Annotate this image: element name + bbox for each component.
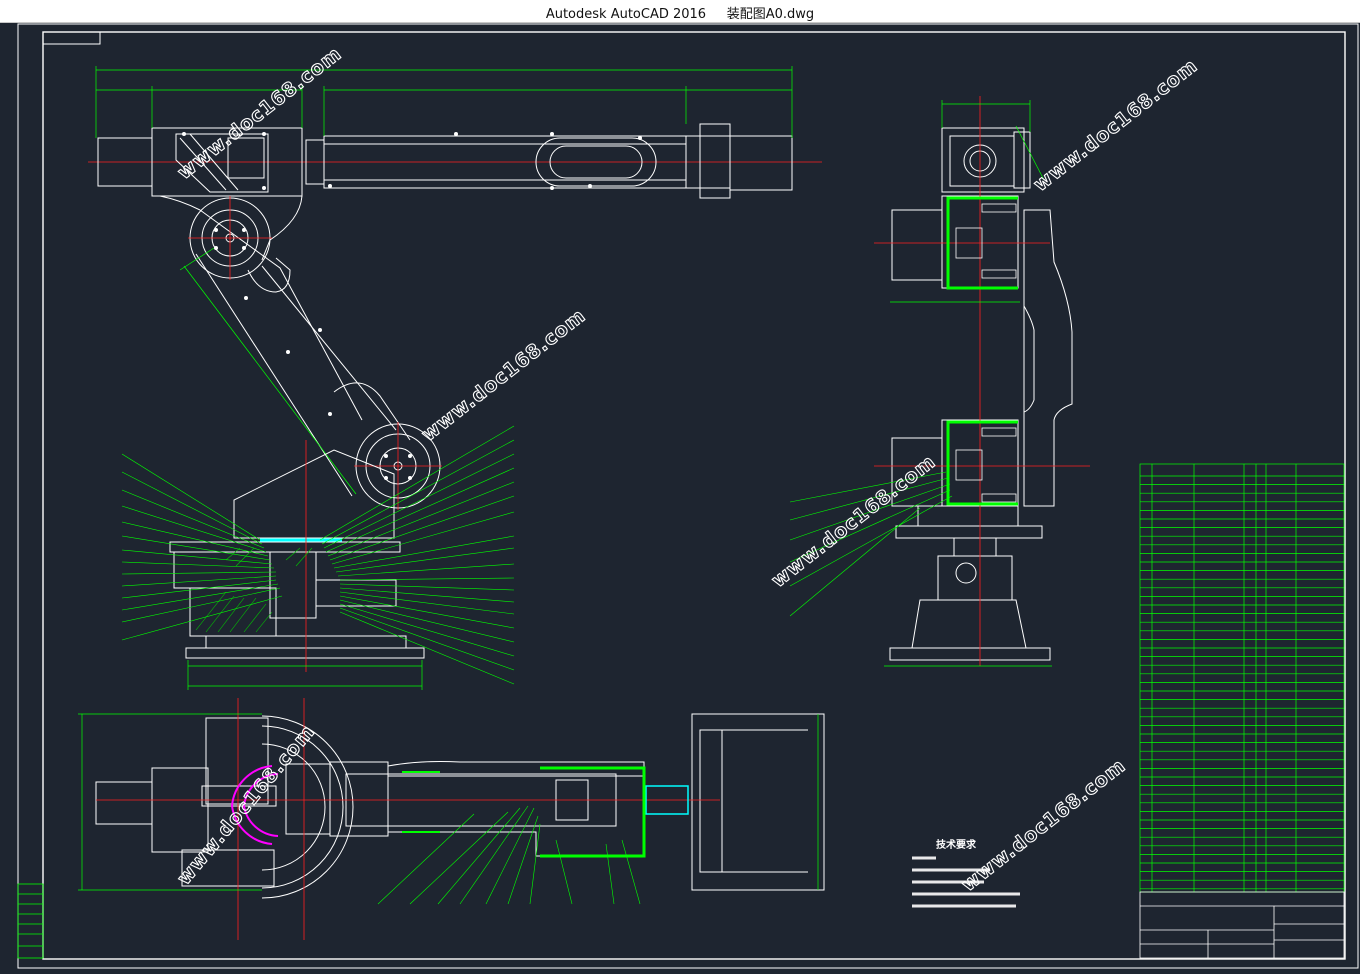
parts-list: [1139, 463, 1345, 893]
watermarks: www.doc168.com www.doc168.com www.doc168…: [172, 42, 1202, 897]
title-block: [1139, 891, 1345, 959]
base-hatch: [195, 547, 313, 633]
svg-text:www.doc168.com: www.doc168.com: [768, 450, 940, 591]
front-leaders: [121, 425, 515, 685]
svg-text:www.doc168.com: www.doc168.com: [173, 721, 319, 890]
side-bearings: [955, 203, 1017, 503]
left-stamp: [17, 883, 44, 959]
title-bar: Autodesk AutoCAD 2016 装配图A0.dwg: [0, 0, 1360, 23]
corner-box: [42, 31, 101, 45]
side-housings: [946, 196, 1018, 506]
front-view-arm: [88, 123, 822, 510]
svg-text:www.doc168.com: www.doc168.com: [418, 304, 590, 445]
tech-requirements-title: 技术要求: [936, 838, 977, 851]
window-title: Autodesk AutoCAD 2016 装配图A0.dwg: [545, 7, 815, 22]
svg-text:www.doc168.com: www.doc168.com: [958, 754, 1130, 895]
top-view-accents: [230, 765, 689, 858]
svg-text:www.doc168.com: www.doc168.com: [1030, 54, 1202, 195]
svg-text:www.doc168.com: www.doc168.com: [174, 42, 346, 183]
side-dimensions: [884, 100, 1052, 667]
drawing-canvas[interactable]: 技术要求 www.doc168.com www.doc168.com www.d…: [0, 23, 1360, 974]
